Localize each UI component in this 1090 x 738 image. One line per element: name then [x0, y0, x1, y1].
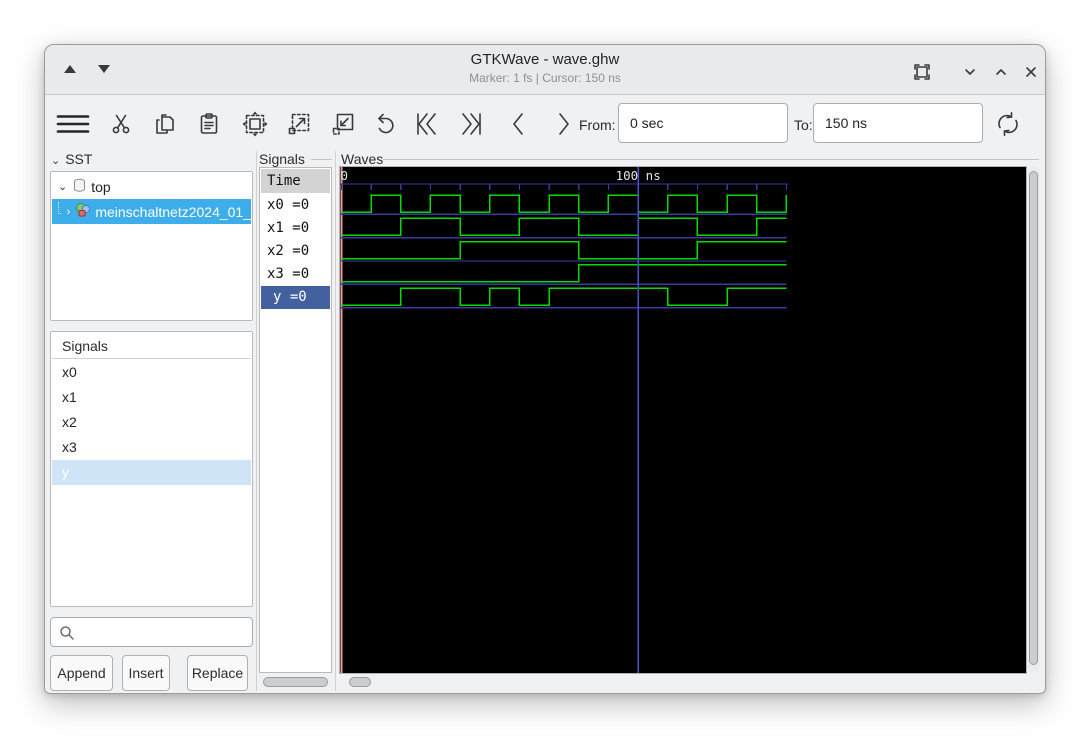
minimize-button[interactable] — [961, 63, 979, 81]
pane-separator-right[interactable] — [335, 151, 336, 691]
skip-to-end-button[interactable] — [453, 104, 489, 144]
window-title: GTKWave - wave.ghw — [470, 51, 620, 68]
design-file-icon — [72, 178, 87, 196]
paste-button[interactable] — [191, 104, 227, 144]
signal-search-input[interactable] — [50, 617, 253, 647]
module-icon — [75, 202, 91, 221]
time-header[interactable]: Time — [261, 169, 330, 193]
step-right-button[interactable] — [545, 104, 581, 144]
close-icon — [1026, 67, 1036, 77]
skip-to-start-button[interactable] — [409, 104, 445, 144]
step-left-button[interactable] — [501, 104, 537, 144]
step-left-icon — [513, 113, 523, 135]
skip-to-end-icon — [462, 113, 481, 135]
titlebar[interactable]: GTKWave - wave.ghw Marker: 1 fs | Cursor… — [45, 45, 1045, 95]
skip-to-start-icon — [417, 113, 436, 135]
undo-button[interactable] — [367, 104, 403, 144]
replace-button[interactable]: Replace — [187, 655, 248, 691]
chevron-down-icon — [965, 69, 975, 75]
values-panel: Time x0 =0 x1 =0 x2 =0 x3 =0 y =0 — [259, 167, 332, 673]
toolbar: From: To: — [45, 96, 1045, 151]
marker-cursor-status: Marker: 1 fs | Cursor: 150 ns — [469, 71, 621, 85]
to-input[interactable] — [813, 103, 983, 143]
menu-icon — [56, 115, 90, 133]
zoom-fit-button[interactable] — [237, 104, 273, 144]
value-row-y[interactable]: y =0 — [261, 286, 330, 309]
tree-label: meinschaltnetz2024_01_ — [95, 203, 251, 220]
sst-header[interactable]: ⌄ SST — [51, 151, 92, 167]
wave-vscrollbar-track[interactable] — [1028, 167, 1040, 673]
frame-line — [383, 159, 1039, 160]
zoom-out-button[interactable] — [325, 104, 361, 144]
pane-separator-left[interactable] — [256, 151, 257, 691]
copy-icon — [156, 114, 174, 134]
tree-guide — [58, 201, 61, 214]
signal-list-header: Signals — [52, 333, 251, 359]
zoom-out-icon — [332, 113, 354, 135]
value-row-x2[interactable]: x2 =0 — [261, 240, 330, 263]
append-button[interactable]: Append — [50, 655, 113, 691]
shade-down-icon[interactable] — [98, 65, 110, 73]
value-row-x0[interactable]: x0 =0 — [261, 194, 330, 217]
value-row-x3[interactable]: x3 =0 — [261, 263, 330, 286]
values-hscrollbar[interactable] — [263, 677, 328, 687]
reload-button[interactable] — [990, 104, 1026, 144]
reload-icon — [998, 111, 1018, 137]
shade-up-icon[interactable] — [64, 65, 76, 73]
fullscreen-button[interactable] — [913, 63, 931, 81]
waves-header: Waves — [341, 151, 384, 167]
menu-button[interactable] — [55, 104, 91, 144]
fullscreen-icon — [914, 64, 930, 80]
paste-icon — [200, 113, 218, 134]
wave-canvas[interactable]: 0 100 ns — [339, 166, 1027, 674]
wave-canvas-svg: 0 100 ns — [340, 167, 788, 673]
maximize-button[interactable] — [992, 63, 1010, 81]
list-item-y[interactable]: y — [52, 460, 251, 485]
list-item-x2[interactable]: x2 — [52, 410, 251, 435]
wave-vscrollbar-thumb[interactable] — [1029, 171, 1038, 665]
list-item-x0[interactable]: x0 — [52, 360, 251, 385]
list-item-x3[interactable]: x3 — [52, 435, 251, 460]
values-panel-header: Signals — [259, 151, 305, 167]
insert-button[interactable]: Insert — [122, 655, 170, 691]
svg-text:0: 0 — [341, 168, 349, 183]
sst-tree-row-module[interactable]: › meinschaltnetz2024_01_ — [52, 199, 251, 224]
gtkwave-window: GTKWave - wave.ghw Marker: 1 fs | Cursor… — [44, 44, 1046, 694]
zoom-fit-icon — [242, 111, 268, 137]
to-label: To: — [794, 117, 813, 133]
tree-label: top — [91, 178, 111, 195]
zoom-in-button[interactable] — [281, 104, 317, 144]
chevron-up-icon — [996, 69, 1006, 75]
sst-expander-icon[interactable]: ⌄ — [51, 155, 60, 167]
sst-tree-row-top[interactable]: ⌄ top — [52, 174, 251, 199]
cut-button[interactable] — [103, 104, 139, 144]
signal-list-panel: Signals x0 x1 x2 x3 y — [50, 331, 253, 607]
close-button[interactable] — [1022, 63, 1040, 81]
copy-button[interactable] — [147, 104, 183, 144]
expander-open-icon[interactable]: ⌄ — [58, 180, 67, 193]
list-item-x1[interactable]: x1 — [52, 385, 251, 410]
from-input[interactable] — [618, 103, 788, 143]
frame-line — [311, 159, 332, 160]
undo-icon — [378, 113, 394, 134]
from-label: From: — [579, 117, 616, 133]
wave-hscrollbar[interactable] — [349, 677, 371, 687]
cut-icon — [112, 114, 130, 134]
value-row-x1[interactable]: x1 =0 — [261, 217, 330, 240]
search-icon — [60, 626, 74, 640]
sst-tree: ⌄ top › meinschaltnetz2024_01_ — [50, 171, 253, 321]
step-right-icon — [559, 113, 569, 135]
expander-closed-icon[interactable]: › — [67, 206, 71, 218]
zoom-in-icon — [288, 113, 310, 135]
